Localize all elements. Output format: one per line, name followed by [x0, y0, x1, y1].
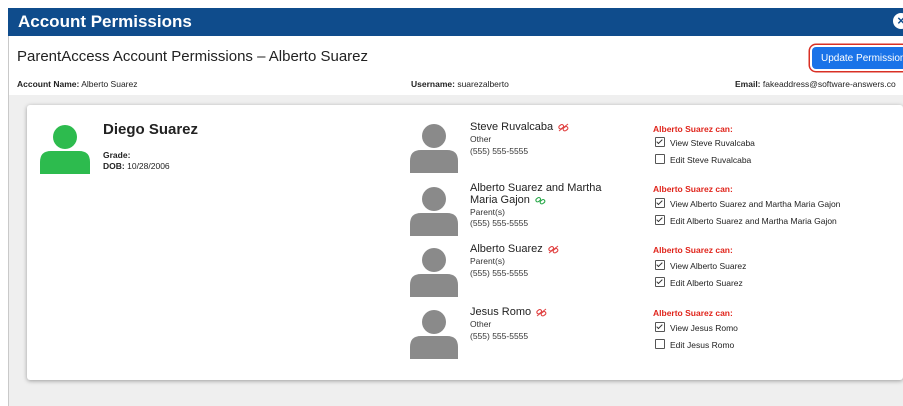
permission-label: View Alberto Suarez: [670, 261, 747, 271]
guardian-relationship: Other: [470, 319, 492, 329]
account-name-value: Alberto Suarez: [81, 79, 138, 89]
permission-label: Edit Alberto Suarez: [670, 278, 743, 288]
edit-permission-checkbox[interactable]: Edit Alberto Suarez and Martha Maria Gaj…: [655, 215, 837, 226]
username-value: suarezalberto: [457, 79, 509, 89]
dob-value: 10/28/2006: [127, 161, 170, 171]
guardian-name: Alberto Suarez: [470, 243, 559, 255]
checkbox-checked[interactable]: [655, 260, 665, 270]
guardian-name-text: Alberto Suarez: [470, 243, 543, 255]
window-title: Account Permissions: [18, 12, 192, 31]
close-icon[interactable]: ×: [893, 13, 903, 29]
email-value: fakeaddress@software-answers.co: [762, 79, 896, 89]
guardian-name-line1: Alberto Suarez and Martha: [470, 182, 602, 194]
username-label: Username:: [411, 79, 455, 89]
edit-permission-checkbox[interactable]: Edit Steve Ruvalcaba: [655, 154, 751, 165]
linked-icon: [535, 196, 546, 205]
checkbox-unchecked[interactable]: [655, 154, 665, 164]
checkbox-checked[interactable]: [655, 215, 665, 225]
guardian-phone: (555) 555-5555: [470, 331, 529, 341]
checkbox-unchecked[interactable]: [655, 339, 665, 349]
email-info: Email: fakeaddress@software-answers.co: [735, 79, 896, 89]
guardian-relationship: Parent(s): [470, 207, 505, 217]
permission-label: View Jesus Romo: [670, 323, 738, 333]
permission-label: View Alberto Suarez and Martha Maria Gaj…: [670, 199, 841, 209]
unlinked-icon: [536, 308, 547, 317]
guardian-name-text: Steve Ruvalcaba: [470, 121, 554, 133]
unlinked-icon: [558, 123, 569, 132]
view-permission-checkbox[interactable]: View Alberto Suarez: [655, 260, 746, 271]
permission-heading: Alberto Suarez can:: [653, 124, 733, 134]
guardian-name-text: Jesus Romo: [470, 306, 532, 318]
guardian-avatar-icon: [410, 248, 458, 297]
page-title: ParentAccess Account Permissions – Alber…: [17, 48, 369, 65]
guardian-relationship: Other: [470, 134, 492, 144]
permission-label: Edit Jesus Romo: [670, 340, 735, 350]
edit-permission-checkbox[interactable]: Edit Alberto Suarez: [655, 277, 743, 288]
unlinked-icon: [548, 245, 559, 254]
guardian-phone: (555) 555-5555: [470, 268, 529, 278]
guardian-avatar-icon: [410, 187, 458, 236]
student-grade: Grade:: [103, 150, 130, 160]
permission-label: View Steve Ruvalcaba: [670, 138, 755, 148]
account-name-info: Account Name: Alberto Suarez: [17, 79, 137, 89]
view-permission-checkbox[interactable]: View Alberto Suarez and Martha Maria Gaj…: [655, 198, 840, 209]
permission-heading: Alberto Suarez can:: [653, 308, 733, 318]
dob-label: DOB:: [103, 161, 125, 171]
guardian-avatar-icon: [410, 310, 458, 359]
student-dob: DOB: 10/28/2006: [103, 161, 170, 171]
account-name-label: Account Name:: [17, 79, 80, 89]
username-info: Username: suarezalberto: [411, 79, 509, 89]
student-avatar-icon: [40, 125, 90, 174]
student-card: [27, 105, 903, 380]
permission-heading: Alberto Suarez can:: [653, 184, 733, 194]
checkbox-checked[interactable]: [655, 198, 665, 208]
guardian-relationship: Parent(s): [470, 256, 505, 266]
guardian-phone: (555) 555-5555: [470, 218, 529, 228]
permission-label: Edit Alberto Suarez and Martha Maria Gaj…: [670, 216, 837, 226]
checkbox-checked[interactable]: [655, 277, 665, 287]
view-permission-checkbox[interactable]: View Jesus Romo: [655, 322, 738, 333]
view-permission-checkbox[interactable]: View Steve Ruvalcaba: [655, 137, 755, 148]
grade-label: Grade:: [103, 150, 131, 160]
checkbox-checked[interactable]: [655, 322, 665, 332]
guardian-name-line2: Maria Gajon: [470, 194, 546, 206]
email-label: Email:: [735, 79, 761, 89]
guardian-name-text: Maria Gajon: [470, 194, 530, 206]
guardian-name: Jesus Romo: [470, 306, 547, 318]
permission-heading: Alberto Suarez can:: [653, 245, 733, 255]
edit-permission-checkbox[interactable]: Edit Jesus Romo: [655, 339, 734, 350]
student-name: Diego Suarez: [103, 121, 199, 138]
guardian-phone: (555) 555-5555: [470, 146, 529, 156]
guardian-avatar-icon: [410, 124, 458, 173]
window-title-bar: Account Permissions ×: [8, 8, 903, 36]
permission-label: Edit Steve Ruvalcaba: [670, 155, 752, 165]
checkbox-checked[interactable]: [655, 137, 665, 147]
guardian-name: Steve Ruvalcaba: [470, 121, 569, 133]
update-permissions-button[interactable]: Update Permissions: [812, 47, 903, 69]
